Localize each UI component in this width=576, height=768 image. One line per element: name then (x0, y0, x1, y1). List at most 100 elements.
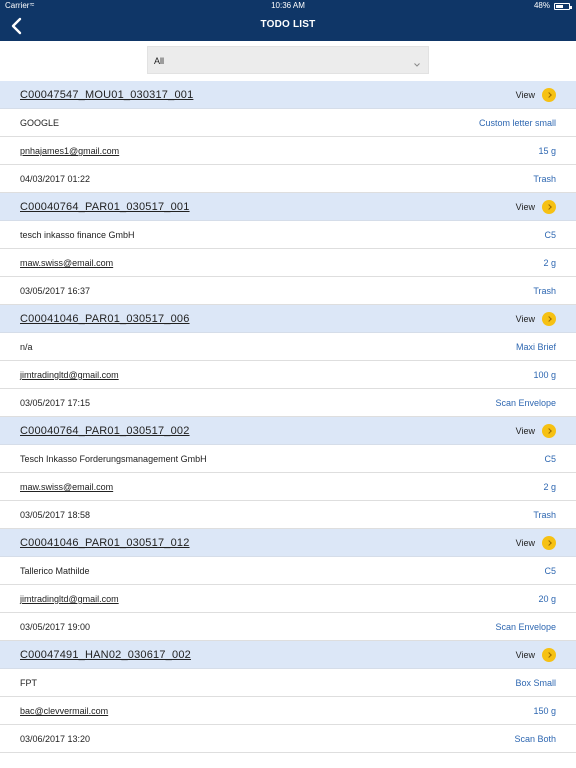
chevron-right-icon (542, 536, 556, 550)
view-label: View (515, 426, 535, 436)
todo-row-email: pnhajames1@gmail.com 15 g (0, 137, 576, 165)
todo-code-link[interactable]: C00040764_PAR01_030517_002 (20, 425, 190, 437)
email-link[interactable]: pnhajames1@gmail.com (20, 146, 119, 156)
email-link[interactable]: bac@clevvermail.com (20, 706, 108, 716)
todo-group: C00047547_MOU01_030317_001 View GOOGLE Cust… (0, 81, 576, 193)
todo-group: C00041046_PAR01_030517_006 View n/a Maxi Br… (0, 305, 576, 417)
todo-group: C00040764_PAR01_030517_001 View tesch inka… (0, 193, 576, 305)
action-value: Scan Both (514, 734, 556, 744)
todo-row-date: 03/05/2017 16:37 Trash (0, 277, 576, 305)
todo-row-date: 03/05/2017 19:00 Scan Envelope (0, 613, 576, 641)
envelope-type: Box Small (515, 678, 556, 688)
chevron-down-icon (413, 56, 421, 67)
view-label: View (515, 314, 535, 324)
page-title: TODO LIST (260, 19, 316, 30)
view-label: View (515, 202, 535, 212)
view-label: View (515, 650, 535, 660)
date-value: 03/05/2017 18:58 (20, 510, 91, 520)
todo-row-sender: n/a Maxi Brief (0, 333, 576, 361)
chevron-right-icon (542, 200, 556, 214)
todo-list: C00047547_MOU01_030317_001 View GOOGLE Cust… (0, 81, 576, 753)
todo-row-sender: Tesch Inkasso Forderungsmanagement GmbH C… (0, 445, 576, 473)
view-button[interactable]: View (516, 312, 556, 326)
envelope-type: C5 (544, 230, 556, 240)
date-value: 03/06/2017 13:20 (20, 734, 91, 744)
todo-code-link[interactable]: C00047547_MOU01_030317_001 (20, 89, 193, 101)
action-value: Scan Envelope (495, 622, 556, 632)
view-button[interactable]: View (516, 424, 556, 438)
sender-name: Tallerico Mathilde (20, 566, 90, 576)
todo-header: C00041046_PAR01_030517_006 View (0, 305, 576, 333)
weight-value: 2 g (543, 482, 556, 492)
todo-header: C00041046_PAR01_030517_012 View (0, 529, 576, 557)
todo-row-sender: GOOGLE Custom letter small (0, 109, 576, 137)
chevron-right-icon (542, 312, 556, 326)
action-value: Trash (533, 510, 556, 520)
todo-header: C00047491_HAN02_030617_002 View (0, 641, 576, 669)
view-label: View (515, 90, 535, 100)
todo-row-email: jimtradingltd@gmail.com 100 g (0, 361, 576, 389)
envelope-type: Custom letter small (478, 118, 556, 128)
todo-code-link[interactable]: C00040764_PAR01_030517_001 (20, 201, 190, 213)
weight-value: 15 g (538, 146, 556, 156)
email-link[interactable]: maw.swiss@email.com (20, 482, 113, 492)
weight-value: 20 g (538, 594, 556, 604)
todo-row-date: 03/05/2017 17:15 Scan Envelope (0, 389, 576, 417)
todo-row-sender: tesch inkasso finance GmbH C5 (0, 221, 576, 249)
weight-value: 100 g (533, 370, 556, 380)
action-value: Trash (533, 286, 556, 296)
todo-row-date: 03/06/2017 13:20 Scan Both (0, 725, 576, 753)
view-button[interactable]: View (516, 536, 556, 550)
todo-row-email: bac@clevvermail.com 150 g (0, 697, 576, 725)
email-link[interactable]: jimtradingltd@gmail.com (20, 594, 119, 604)
todo-group: C00041046_PAR01_030517_012 View Tallerico … (0, 529, 576, 641)
weight-value: 2 g (543, 258, 556, 268)
todo-group: C00047491_HAN02_030617_002 View FPT Box Sma… (0, 641, 576, 753)
date-value: 04/03/2017 01:22 (20, 174, 91, 184)
status-time: 10:36 AM (271, 1, 305, 10)
envelope-type: Maxi Brief (515, 342, 556, 352)
todo-row-email: jimtradingltd@gmail.com 20 g (0, 585, 576, 613)
view-button[interactable]: View (516, 648, 556, 662)
battery-percent: 48% (533, 1, 550, 10)
action-value: Scan Envelope (495, 398, 556, 408)
todo-row-email: maw.swiss@email.com 2 g (0, 473, 576, 501)
view-button[interactable]: View (516, 200, 556, 214)
todo-code-link[interactable]: C00047491_HAN02_030617_002 (20, 649, 191, 661)
view-button[interactable]: View (516, 88, 556, 102)
email-link[interactable]: jimtradingltd@gmail.com (20, 370, 119, 380)
action-value: Trash (533, 174, 556, 184)
sender-name: GOOGLE (20, 118, 60, 128)
todo-row-sender: Tallerico Mathilde C5 (0, 557, 576, 585)
todo-row-email: maw.swiss@email.com 2 g (0, 249, 576, 277)
envelope-type: C5 (544, 566, 556, 576)
sender-name: Tesch Inkasso Forderungsmanagement GmbH (20, 454, 207, 464)
filter-select-value: All (154, 56, 165, 66)
todo-header: C00040764_PAR01_030517_002 View (0, 417, 576, 445)
todo-row-date: 03/05/2017 18:58 Trash (0, 501, 576, 529)
chevron-right-icon (542, 648, 556, 662)
todo-group: C00040764_PAR01_030517_002 View Tesch Inka… (0, 417, 576, 529)
chevron-right-icon (542, 424, 556, 438)
sender-name: tesch inkasso finance GmbH (20, 230, 135, 240)
email-link[interactable]: maw.swiss@email.com (20, 258, 113, 268)
view-label: View (515, 538, 535, 548)
todo-header: C00040764_PAR01_030517_001 View (0, 193, 576, 221)
status-bar: Carrier ≈ 10:36 AM 48% (0, 0, 576, 12)
battery-icon (554, 3, 572, 10)
envelope-type: C5 (544, 454, 556, 464)
todo-row-date: 04/03/2017 01:22 Trash (0, 165, 576, 193)
navigation-bar: TODO LIST (0, 12, 576, 41)
todo-code-link[interactable]: C00041046_PAR01_030517_012 (20, 537, 190, 549)
sender-name: n/a (20, 342, 33, 352)
chevron-right-icon (542, 88, 556, 102)
date-value: 03/05/2017 16:37 (20, 286, 91, 296)
filter-select[interactable]: All (147, 46, 429, 74)
weight-value: 150 g (533, 706, 556, 716)
todo-row-sender: FPT Box Small (0, 669, 576, 697)
todo-code-link[interactable]: C00041046_PAR01_030517_006 (20, 313, 190, 325)
todo-header: C00047547_MOU01_030317_001 View (0, 81, 576, 109)
date-value: 03/05/2017 17:15 (20, 398, 91, 408)
filter-bar: All (0, 41, 576, 81)
date-value: 03/05/2017 19:00 (20, 622, 91, 632)
